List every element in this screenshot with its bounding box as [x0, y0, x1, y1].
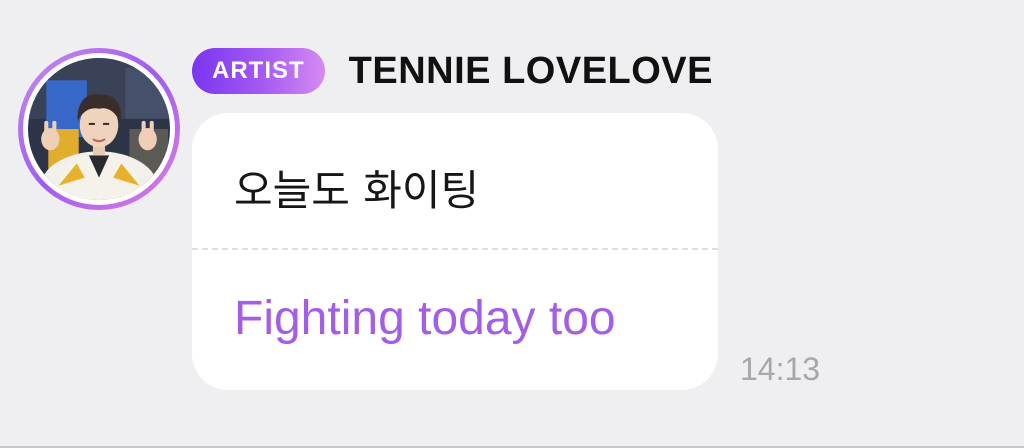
message-timestamp: 14:13 [740, 351, 821, 387]
message-bubble[interactable]: 오늘도 화이팅 Fighting today too [192, 113, 718, 390]
sender-avatar[interactable] [18, 48, 180, 210]
message-header: ARTIST TENNIE LOVELOVE [192, 48, 713, 94]
sender-name[interactable]: TENNIE LOVELOVE [349, 50, 713, 93]
translated-text: Fighting today too [234, 292, 616, 345]
chat-message: ARTIST TENNIE LOVELOVE 오늘도 화이팅 Fighting … [0, 0, 1024, 448]
original-text: 오늘도 화이팅 [234, 166, 480, 215]
avatar-photo [28, 58, 170, 200]
avatar-frame [23, 53, 175, 205]
artist-badge: ARTIST [192, 48, 325, 94]
translation-divider [192, 248, 718, 250]
